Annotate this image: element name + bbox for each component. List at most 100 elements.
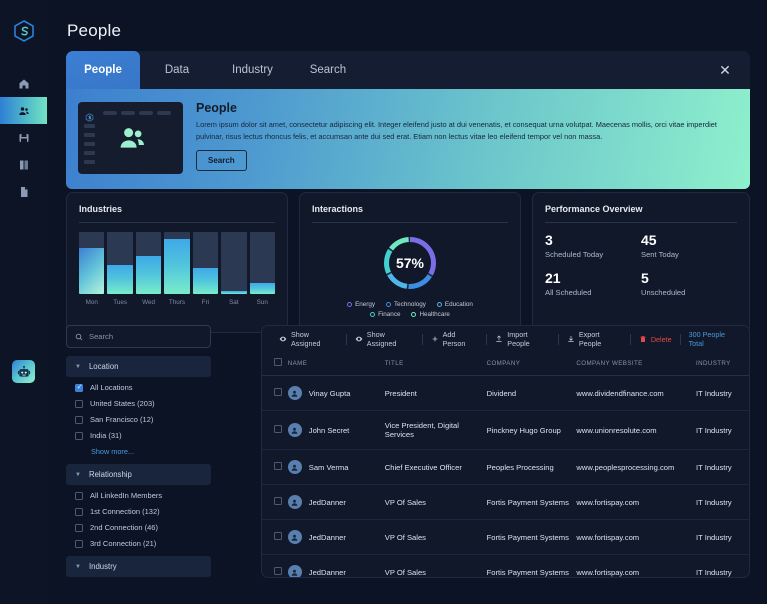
cell-website: www.fortispay.com	[576, 519, 696, 555]
stat-label: Scheduled Today	[545, 250, 604, 260]
toolbar-button-add-person[interactable]: Add Person	[423, 330, 487, 348]
filter-group: ▼ Location All Locations United States (203…	[66, 356, 211, 456]
hero-description: Lorem ipsum dolor sit amet, consectetur …	[196, 120, 717, 142]
table-row[interactable]: Sam Verma Chief Executive Officer Peoples …	[262, 449, 749, 485]
filter-option[interactable]: 1st Connection (132)	[75, 507, 211, 516]
legend-item[interactable]: Technology	[386, 301, 426, 308]
cell-title: VP Of Sales	[384, 484, 487, 520]
filter-group: ▼ Relationship All LinkedIn Members 1st Con…	[66, 464, 211, 548]
legend-item[interactable]: Education	[436, 301, 473, 308]
sidebar-item-people[interactable]	[0, 97, 47, 124]
toolbar-button-import-people[interactable]: Import People	[487, 330, 558, 348]
checkbox[interactable]	[75, 523, 83, 532]
close-icon[interactable]: ✕	[712, 51, 738, 89]
filter-option[interactable]: India (31)	[75, 431, 211, 440]
legend-dot-icon	[436, 302, 442, 307]
thumb-nav-bar	[139, 111, 153, 115]
filter-group-header[interactable]: ▼ Relationship	[66, 464, 211, 485]
legend-item[interactable]: Healthcare	[411, 311, 450, 318]
people-total-label[interactable]: 300 People Total	[681, 330, 740, 348]
checkbox[interactable]	[75, 399, 83, 408]
row-checkbox[interactable]	[274, 532, 282, 540]
table-header-title[interactable]: TITLE	[384, 352, 487, 376]
row-checkbox[interactable]	[274, 462, 282, 470]
cell-title: President	[384, 375, 487, 411]
filter-group-header[interactable]: ▼ Industry	[66, 556, 211, 577]
toolbar-button-export-people[interactable]: Export People	[559, 330, 630, 348]
robot-icon[interactable]	[12, 360, 35, 383]
filter-group: ▼ Industry	[66, 556, 211, 583]
table-row[interactable]: John Secret Vice President, Digital Servi…	[262, 410, 749, 450]
hero-search-button[interactable]: Search	[196, 150, 247, 172]
table-row[interactable]: JedDanner VP Of Sales Fortis Payment Syste…	[262, 519, 749, 555]
search-input[interactable]: Search	[66, 325, 211, 348]
filter-option[interactable]: United States (203)	[75, 399, 211, 408]
tab-search[interactable]: Search	[291, 51, 365, 89]
toolbar-button-delete[interactable]: Delete	[631, 335, 680, 344]
bar-fill	[107, 264, 133, 294]
row-checkbox[interactable]	[274, 497, 282, 505]
stat-label: Sent Today	[641, 250, 679, 260]
filter-option[interactable]: 2nd Connection (46)	[75, 523, 211, 532]
avatar	[287, 386, 302, 400]
checkbox[interactable]	[75, 539, 83, 548]
hero-title: People	[196, 101, 237, 115]
cell-industry: IT Industry	[696, 375, 749, 411]
cell-name: JedDanner	[287, 484, 385, 520]
filter-option[interactable]: All LinkedIn Members	[75, 491, 211, 500]
tab-people[interactable]: People	[66, 51, 140, 89]
filter-group-header[interactable]: ▼ Location	[66, 356, 211, 377]
row-checkbox[interactable]	[274, 567, 282, 575]
toolbar-button-show-assigned[interactable]: Show Assigned	[271, 330, 346, 348]
checkbox[interactable]	[75, 491, 83, 500]
filter-option[interactable]: All Locations	[75, 383, 211, 392]
cell-website: www.fortispay.com	[576, 484, 696, 520]
checkbox[interactable]	[75, 431, 83, 440]
person-name: Vinay Gupta	[308, 388, 351, 398]
cell-name: Sam Verma	[287, 449, 385, 485]
cell-industry: IT Industry	[696, 554, 749, 577]
table-row[interactable]: JedDanner VP Of Sales Fortis Payment Syste…	[262, 484, 749, 520]
checkbox[interactable]	[75, 383, 83, 392]
bar-fill	[192, 267, 219, 294]
table-row[interactable]: JedDanner VP Of Sales Fortis Payment Syste…	[262, 554, 749, 577]
toolbar-button-show-assigned[interactable]: Show Assigned	[347, 330, 422, 348]
show-more-link[interactable]: Show more...	[91, 447, 211, 456]
bar-track	[192, 232, 219, 294]
sidebar-item-library[interactable]	[0, 151, 47, 178]
select-all-checkbox[interactable]	[274, 358, 282, 366]
checkbox[interactable]	[75, 507, 83, 516]
legend-label: Education	[444, 301, 473, 308]
checkbox[interactable]	[75, 415, 83, 424]
sidebar-item-home[interactable]	[0, 70, 47, 97]
card-title: Industries	[79, 204, 123, 214]
sidebar-item-documents[interactable]	[0, 178, 47, 205]
tab-data[interactable]: Data	[140, 51, 214, 89]
chevron-down-icon: ▼	[75, 471, 81, 478]
row-checkbox-cell	[262, 554, 288, 577]
bar-column	[107, 232, 133, 294]
table-header-industry[interactable]: INDUSTRY	[696, 352, 749, 376]
row-checkbox[interactable]	[274, 425, 282, 433]
people-table: NAME TITLE COMPANY COMPANY WEBSITE INDUSTRY …	[262, 352, 749, 577]
thumb-side-bar	[84, 151, 95, 155]
sidebar-item-saved[interactable]	[0, 124, 47, 151]
legend-item[interactable]: Energy	[347, 301, 375, 308]
tab-industry[interactable]: Industry	[214, 51, 291, 89]
table-header-name[interactable]: NAME	[287, 352, 385, 376]
table-header-company-website[interactable]: COMPANY WEBSITE	[576, 352, 696, 376]
legend-label: Energy	[355, 301, 376, 308]
table-row[interactable]: Vinay Gupta President Dividend www.dividend…	[262, 375, 749, 411]
bar-track	[221, 232, 247, 294]
cell-website: www.peoplesprocessing.com	[576, 449, 696, 485]
cell-website: www.fortispay.com	[576, 554, 696, 577]
bar-column	[135, 232, 162, 294]
filter-option-label: All Locations	[90, 383, 133, 392]
filter-option[interactable]: 3rd Connection (21)	[75, 539, 211, 548]
filter-option[interactable]: San Francisco (12)	[75, 415, 211, 424]
legend-item[interactable]: Finance	[370, 311, 400, 318]
bar-fill	[221, 290, 247, 294]
row-checkbox[interactable]	[274, 388, 282, 396]
table-header-company[interactable]: COMPANY	[486, 352, 577, 376]
cell-company: Dividend	[486, 375, 577, 411]
